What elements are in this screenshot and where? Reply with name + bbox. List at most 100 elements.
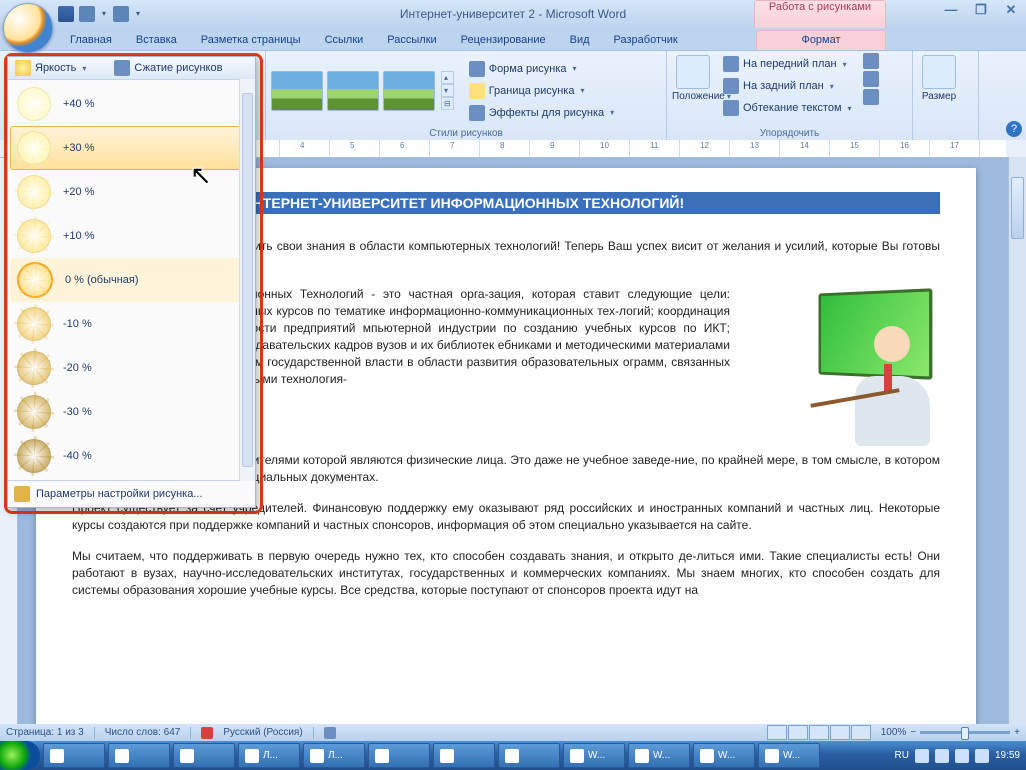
view-draft[interactable] bbox=[851, 725, 871, 740]
group-icon[interactable] bbox=[863, 71, 879, 87]
tab-format[interactable]: Формат bbox=[756, 30, 886, 50]
taskbar-item[interactable]: Л... bbox=[238, 743, 300, 768]
brightness-option[interactable]: +30 % bbox=[10, 126, 253, 170]
volume-icon[interactable] bbox=[975, 749, 989, 763]
status-language[interactable]: Русский (Россия) bbox=[223, 727, 302, 738]
taskbar-item[interactable]: W... bbox=[758, 743, 820, 768]
picture-shape-button[interactable]: Форма рисунка▾ bbox=[463, 58, 620, 80]
app-icon bbox=[700, 749, 714, 763]
macro-icon[interactable] bbox=[324, 727, 336, 739]
taskbar-item[interactable] bbox=[368, 743, 430, 768]
dropdown-scrollbar[interactable] bbox=[239, 79, 255, 481]
tray-icon[interactable] bbox=[935, 749, 949, 763]
compress-pictures-button[interactable]: Сжатие рисунков bbox=[107, 57, 229, 79]
proofing-icon[interactable] bbox=[201, 727, 213, 739]
brightness-option[interactable]: -20 % bbox=[10, 346, 253, 390]
maximize-button[interactable]: ❐ bbox=[972, 2, 990, 18]
zoom-slider[interactable] bbox=[920, 731, 1010, 734]
status-words[interactable]: Число слов: 647 bbox=[105, 727, 181, 738]
app-icon bbox=[765, 749, 779, 763]
clock[interactable]: 19:59 bbox=[995, 750, 1020, 761]
picture-tools-tab-header: Работа с рисунками bbox=[754, 0, 886, 28]
tab-home[interactable]: Главная bbox=[58, 31, 124, 50]
brightness-option[interactable]: 0 % (обычная) bbox=[10, 258, 253, 302]
tab-developer[interactable]: Разработчик bbox=[602, 31, 690, 50]
picture-style-thumb[interactable] bbox=[271, 71, 323, 111]
brightness-option[interactable]: +10 % bbox=[10, 214, 253, 258]
bring-front-button[interactable]: На передний план▾ bbox=[717, 53, 858, 75]
minimize-button[interactable]: — bbox=[942, 2, 960, 18]
shape-icon bbox=[469, 61, 485, 77]
taskbar-item[interactable]: W... bbox=[563, 743, 625, 768]
sun-icon bbox=[17, 307, 51, 341]
taskbar-item[interactable] bbox=[108, 743, 170, 768]
align-icon[interactable] bbox=[863, 53, 879, 69]
picture-correction-options[interactable]: Параметры настройки рисунка... bbox=[8, 480, 255, 507]
close-button[interactable]: ✕ bbox=[1002, 2, 1020, 18]
taskbar-item[interactable]: Л... bbox=[303, 743, 365, 768]
taskbar-item[interactable] bbox=[43, 743, 105, 768]
effects-icon bbox=[469, 105, 485, 121]
tab-view[interactable]: Вид bbox=[558, 31, 602, 50]
position-icon bbox=[676, 55, 710, 89]
vertical-scrollbar[interactable] bbox=[1008, 157, 1026, 724]
app-icon bbox=[115, 749, 129, 763]
sun-icon bbox=[17, 175, 51, 209]
picture-style-thumb[interactable] bbox=[327, 71, 379, 111]
taskbar-item[interactable] bbox=[173, 743, 235, 768]
taskbar-item[interactable] bbox=[433, 743, 495, 768]
view-full-screen[interactable] bbox=[788, 725, 808, 740]
status-page[interactable]: Страница: 1 из 3 bbox=[6, 727, 84, 738]
sun-icon bbox=[17, 131, 51, 165]
tab-mailings[interactable]: Рассылки bbox=[375, 31, 448, 50]
picture-effects-button[interactable]: Эффекты для рисунка▾ bbox=[463, 102, 620, 124]
tray-icon[interactable] bbox=[955, 749, 969, 763]
start-button[interactable] bbox=[0, 741, 40, 770]
undo-dropdown[interactable]: ▾ bbox=[100, 6, 108, 22]
brightness-option[interactable]: -40 % bbox=[10, 434, 253, 478]
zoom-value[interactable]: 100% bbox=[881, 727, 907, 738]
language-indicator[interactable]: RU bbox=[895, 750, 909, 761]
help-button[interactable]: ? bbox=[1006, 121, 1022, 137]
view-web[interactable] bbox=[809, 725, 829, 740]
position-button[interactable]: Положение▾ bbox=[672, 53, 714, 102]
taskbar-item[interactable] bbox=[498, 743, 560, 768]
picture-style-thumb[interactable] bbox=[383, 71, 435, 111]
brightness-option[interactable]: +40 % bbox=[10, 82, 253, 126]
crop-icon bbox=[922, 55, 956, 89]
brightness-option[interactable]: +20 % bbox=[10, 170, 253, 214]
save-icon[interactable] bbox=[58, 6, 74, 22]
brightness-button[interactable]: Яркость▾ bbox=[8, 57, 93, 79]
sun-icon bbox=[17, 351, 51, 385]
clipart-teacher[interactable] bbox=[740, 286, 940, 446]
view-outline[interactable] bbox=[830, 725, 850, 740]
tab-references[interactable]: Ссылки bbox=[313, 31, 376, 50]
taskbar-item[interactable]: W... bbox=[628, 743, 690, 768]
tab-review[interactable]: Рецензирование bbox=[449, 31, 558, 50]
qat-customize[interactable]: ▾ bbox=[134, 6, 142, 22]
gallery-scroll-down[interactable]: ▾ bbox=[441, 84, 454, 97]
tray-icon[interactable] bbox=[915, 749, 929, 763]
brightness-option[interactable]: -10 % bbox=[10, 302, 253, 346]
tab-page-layout[interactable]: Разметка страницы bbox=[189, 31, 313, 50]
redo-icon[interactable] bbox=[113, 6, 129, 22]
tab-insert[interactable]: Вставка bbox=[124, 31, 189, 50]
size-button[interactable]: Размер bbox=[918, 53, 960, 102]
picture-border-button[interactable]: Граница рисунка▾ bbox=[463, 80, 620, 102]
rotate-icon[interactable] bbox=[863, 89, 879, 105]
gallery-more[interactable]: ⊟ bbox=[441, 97, 454, 110]
text-wrap-button[interactable]: Обтекание текстом▾ bbox=[717, 97, 858, 119]
zoom-out[interactable]: − bbox=[910, 727, 916, 738]
gallery-scroll-up[interactable]: ▴ bbox=[441, 71, 454, 84]
taskbar-item[interactable]: W... bbox=[693, 743, 755, 768]
picture-style-gallery[interactable]: ▴ ▾ ⊟ bbox=[271, 71, 454, 111]
brightness-option[interactable]: -30 % bbox=[10, 390, 253, 434]
app-icon bbox=[635, 749, 649, 763]
zoom-in[interactable]: + bbox=[1014, 727, 1020, 738]
compress-icon bbox=[114, 60, 130, 76]
office-button[interactable] bbox=[3, 3, 53, 53]
undo-icon[interactable] bbox=[79, 6, 95, 22]
send-back-button[interactable]: На задний план▾ bbox=[717, 75, 858, 97]
app-icon bbox=[245, 749, 259, 763]
view-print-layout[interactable] bbox=[767, 725, 787, 740]
